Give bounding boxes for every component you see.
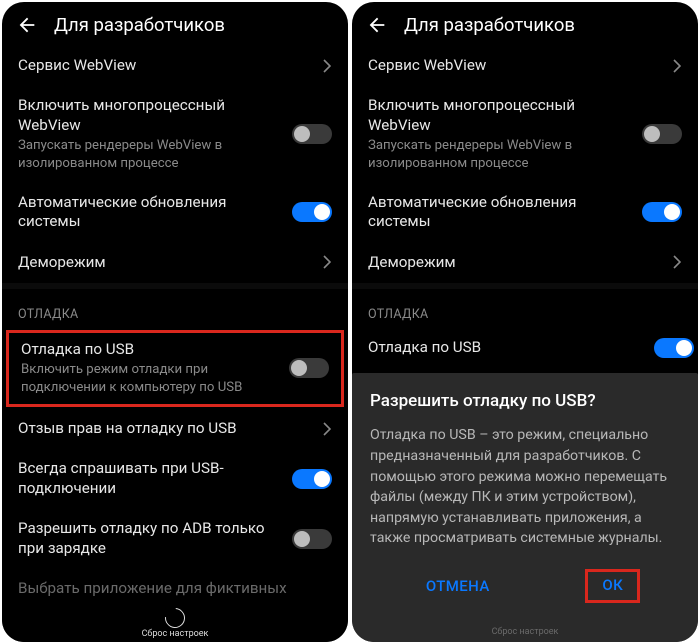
phone-left: Для разработчиков Сервис WebView Включит… xyxy=(2,2,348,642)
section-header-debugging: ОТЛАДКА xyxy=(352,289,698,328)
mock-location-app-item[interactable]: Выбрать приложение для фиктивных xyxy=(2,569,348,598)
header: Для разработчиков xyxy=(2,2,348,46)
reset-label: Сброс настроек xyxy=(142,629,209,639)
toggle-switch[interactable] xyxy=(642,124,682,144)
item-label: Отладка по USB xyxy=(368,338,644,357)
item-label: Включить многопроцессный WebView xyxy=(18,96,282,135)
item-label: Автоматические обновления системы xyxy=(18,193,282,232)
page-title: Для разработчиков xyxy=(404,14,575,36)
usb-debugging-item[interactable]: Отладка по USB xyxy=(352,328,698,369)
webview-service-item[interactable]: Сервис WebView xyxy=(2,46,348,86)
dialog-body: Отладка по USB – это режим, специально п… xyxy=(370,425,680,549)
item-label: Включить многопроцессный WebView xyxy=(368,96,632,135)
toggle-switch[interactable] xyxy=(289,358,329,378)
cancel-button[interactable]: ОТМЕНА xyxy=(410,569,506,603)
multiprocess-webview-item[interactable]: Включить многопроцессный WebView Запуска… xyxy=(352,86,698,182)
settings-list: Сервис WebView Включить многопроцессный … xyxy=(2,46,348,598)
toggle-switch[interactable] xyxy=(654,338,694,358)
demo-mode-item[interactable]: Деморежим xyxy=(352,243,698,283)
item-label: Отзыв прав на отладку по USB xyxy=(18,419,312,438)
phone-right: Для разработчиков Сервис WebView Включит… xyxy=(352,2,698,642)
revoke-usb-auth-item[interactable]: Отзыв прав на отладку по USB xyxy=(2,409,348,449)
chevron-right-icon xyxy=(672,58,682,74)
webview-service-item[interactable]: Сервис WebView xyxy=(352,46,698,86)
chevron-right-icon xyxy=(322,254,332,270)
item-label: Сервис WebView xyxy=(18,56,312,75)
reset-label: Сброс настроек xyxy=(492,627,559,637)
item-label: Всегда спрашивать при USB-подключении xyxy=(18,459,282,498)
dialog-actions: ОТМЕНА ОК xyxy=(370,561,680,619)
item-sublabel: Включить режим отладки при подключении к… xyxy=(21,361,279,395)
toggle-switch[interactable] xyxy=(642,202,682,222)
chevron-right-icon xyxy=(322,421,332,437)
dialog-title: Разрешить отладку по USB? xyxy=(370,391,680,411)
item-label: Деморежим xyxy=(18,253,312,272)
header: Для разработчиков xyxy=(352,2,698,46)
chevron-right-icon xyxy=(322,58,332,74)
adb-charging-only-item[interactable]: Разрешить отладку по ADB только при заря… xyxy=(2,509,348,569)
reset-icon[interactable] xyxy=(161,604,189,632)
page-title: Для разработчиков xyxy=(54,14,225,36)
item-label: Разрешить отладку по ADB только при заря… xyxy=(18,519,282,558)
toggle-switch[interactable] xyxy=(292,529,332,549)
item-sublabel: Запускать рендереры WebView в изолирован… xyxy=(368,137,632,171)
item-label: Сервис WebView xyxy=(368,56,662,75)
bottom-bar: Сброс настроек xyxy=(2,598,348,642)
usb-debug-dialog: Разрешить отладку по USB? Отладка по USB… xyxy=(352,373,698,642)
toggle-switch[interactable] xyxy=(292,202,332,222)
demo-mode-item[interactable]: Деморежим xyxy=(2,243,348,283)
auto-system-update-item[interactable]: Автоматические обновления системы xyxy=(352,183,698,243)
chevron-right-icon xyxy=(672,254,682,270)
toggle-switch[interactable] xyxy=(292,124,332,144)
usb-debugging-item[interactable]: Отладка по USB Включить режим отладки пр… xyxy=(6,330,344,407)
item-label: Автоматические обновления системы xyxy=(368,193,632,232)
toggle-switch[interactable] xyxy=(292,469,332,489)
back-icon[interactable] xyxy=(366,14,388,36)
auto-system-update-item[interactable]: Автоматические обновления системы xyxy=(2,183,348,243)
back-icon[interactable] xyxy=(16,14,38,36)
ok-button[interactable]: ОК xyxy=(585,569,640,603)
item-label: Отладка по USB xyxy=(21,340,279,359)
section-header-debugging: ОТЛАДКА xyxy=(2,289,348,328)
item-label: Деморежим xyxy=(368,253,662,272)
item-sublabel: Запускать рендереры WebView в изолирован… xyxy=(18,137,282,171)
item-label: Выбрать приложение для фиктивных xyxy=(18,579,332,598)
multiprocess-webview-item[interactable]: Включить многопроцессный WebView Запуска… xyxy=(2,86,348,182)
always-ask-usb-item[interactable]: Всегда спрашивать при USB-подключении xyxy=(2,449,348,509)
